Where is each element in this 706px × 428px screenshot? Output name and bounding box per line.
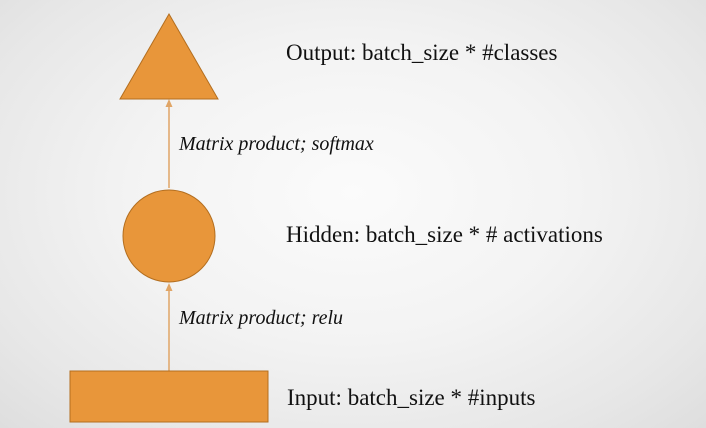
- edge-input-to-hidden-arrowhead: [165, 283, 173, 291]
- edge-hidden-to-output-label: Matrix product; softmax: [179, 133, 374, 155]
- output-node-triangle: [119, 12, 219, 100]
- hidden-node-label: Hidden: batch_size * # activations: [286, 222, 603, 247]
- hidden-node-circle: [122, 189, 216, 283]
- edge-hidden-to-output: [165, 99, 173, 188]
- edge-hidden-to-output-arrowhead: [165, 99, 173, 107]
- input-node-rectangle: [69, 370, 269, 423]
- output-node-label: Output: batch_size * #classes: [286, 40, 558, 65]
- diagram-slide: Output: batch_size * #classes Matrix pro…: [0, 0, 706, 428]
- input-node-label: Input: batch_size * #inputs: [287, 385, 536, 410]
- edge-input-to-hidden: [165, 283, 173, 371]
- edge-input-to-hidden-label: Matrix product; relu: [179, 307, 344, 329]
